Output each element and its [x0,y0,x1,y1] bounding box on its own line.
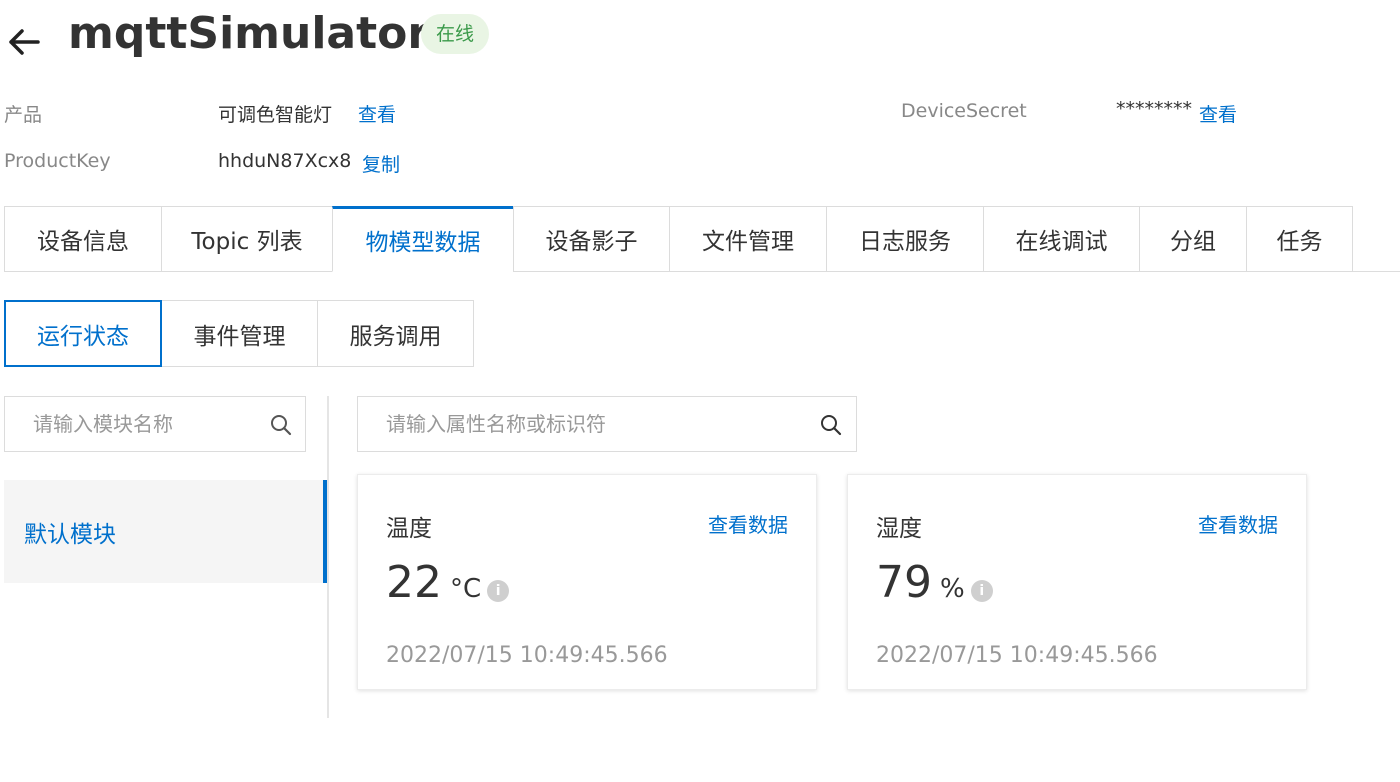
property-search-box [357,396,857,452]
view-data-link[interactable]: 查看数据 [708,509,788,538]
main-tabs: 设备信息 Topic 列表 物模型数据 设备影子 文件管理 日志服务 在线调试 … [4,206,1353,272]
info-icon[interactable]: i [970,580,993,602]
view-data-link[interactable]: 查看数据 [1198,509,1278,538]
subtab-running-status[interactable]: 运行状态 [4,300,162,367]
tab-thing-model-data[interactable]: 物模型数据 [332,206,513,272]
tab-topic-list[interactable]: Topic 列表 [161,206,332,272]
status-badge: 在线 [421,14,489,54]
product-value: 可调色智能灯 [218,104,333,126]
property-value: 22 [386,557,442,608]
tab-device-shadow[interactable]: 设备影子 [513,206,669,272]
sub-tabs: 运行状态 事件管理 服务调用 [4,300,474,367]
subtab-event-management[interactable]: 事件管理 [162,300,318,367]
tab-group[interactable]: 分组 [1139,206,1246,272]
property-card-humidity: 湿度 查看数据 79 % i 2022/07/15 10:49:45.566 [847,474,1307,690]
tab-task[interactable]: 任务 [1246,206,1353,272]
device-secret-value: ******** [1116,98,1192,120]
tab-device-info[interactable]: 设备信息 [4,206,161,272]
property-unit: % [940,574,965,604]
device-secret-label: DeviceSecret [901,100,1027,122]
property-timestamp: 2022/07/15 10:49:45.566 [876,643,1158,668]
module-item-default[interactable]: 默认模块 [4,480,327,583]
tab-file-management[interactable]: 文件管理 [669,206,826,272]
product-view-link[interactable]: 查看 [358,100,396,127]
productkey-copy-link[interactable]: 复制 [362,150,400,177]
tab-online-debug[interactable]: 在线调试 [983,206,1139,272]
device-secret-view-link[interactable]: 查看 [1199,100,1237,127]
module-search-input[interactable] [33,397,253,451]
property-name: 湿度 [876,516,922,542]
property-card-temperature: 温度 查看数据 22 °C i 2022/07/15 10:49:45.566 [357,474,817,690]
device-title: mqttSimulator [68,8,430,59]
property-timestamp: 2022/07/15 10:49:45.566 [386,643,668,668]
property-value-row: 22 °C i [386,557,510,608]
back-arrow-icon[interactable] [4,22,44,62]
search-icon[interactable] [269,413,293,437]
search-icon[interactable] [819,413,843,437]
property-value: 79 [876,557,932,608]
property-value-row: 79 % i [876,557,993,608]
productkey-value: hhduN87Xcx8 [218,150,352,172]
panel-divider [327,396,329,718]
product-label: 产品 [4,104,43,126]
info-icon[interactable]: i [487,580,510,602]
property-search-input[interactable] [386,397,806,451]
property-unit: °C [450,574,482,604]
productkey-label: ProductKey [4,150,111,172]
subtab-service-call[interactable]: 服务调用 [318,300,474,367]
property-name: 温度 [386,516,432,542]
tab-log-service[interactable]: 日志服务 [826,206,983,272]
module-search-box [4,396,306,452]
